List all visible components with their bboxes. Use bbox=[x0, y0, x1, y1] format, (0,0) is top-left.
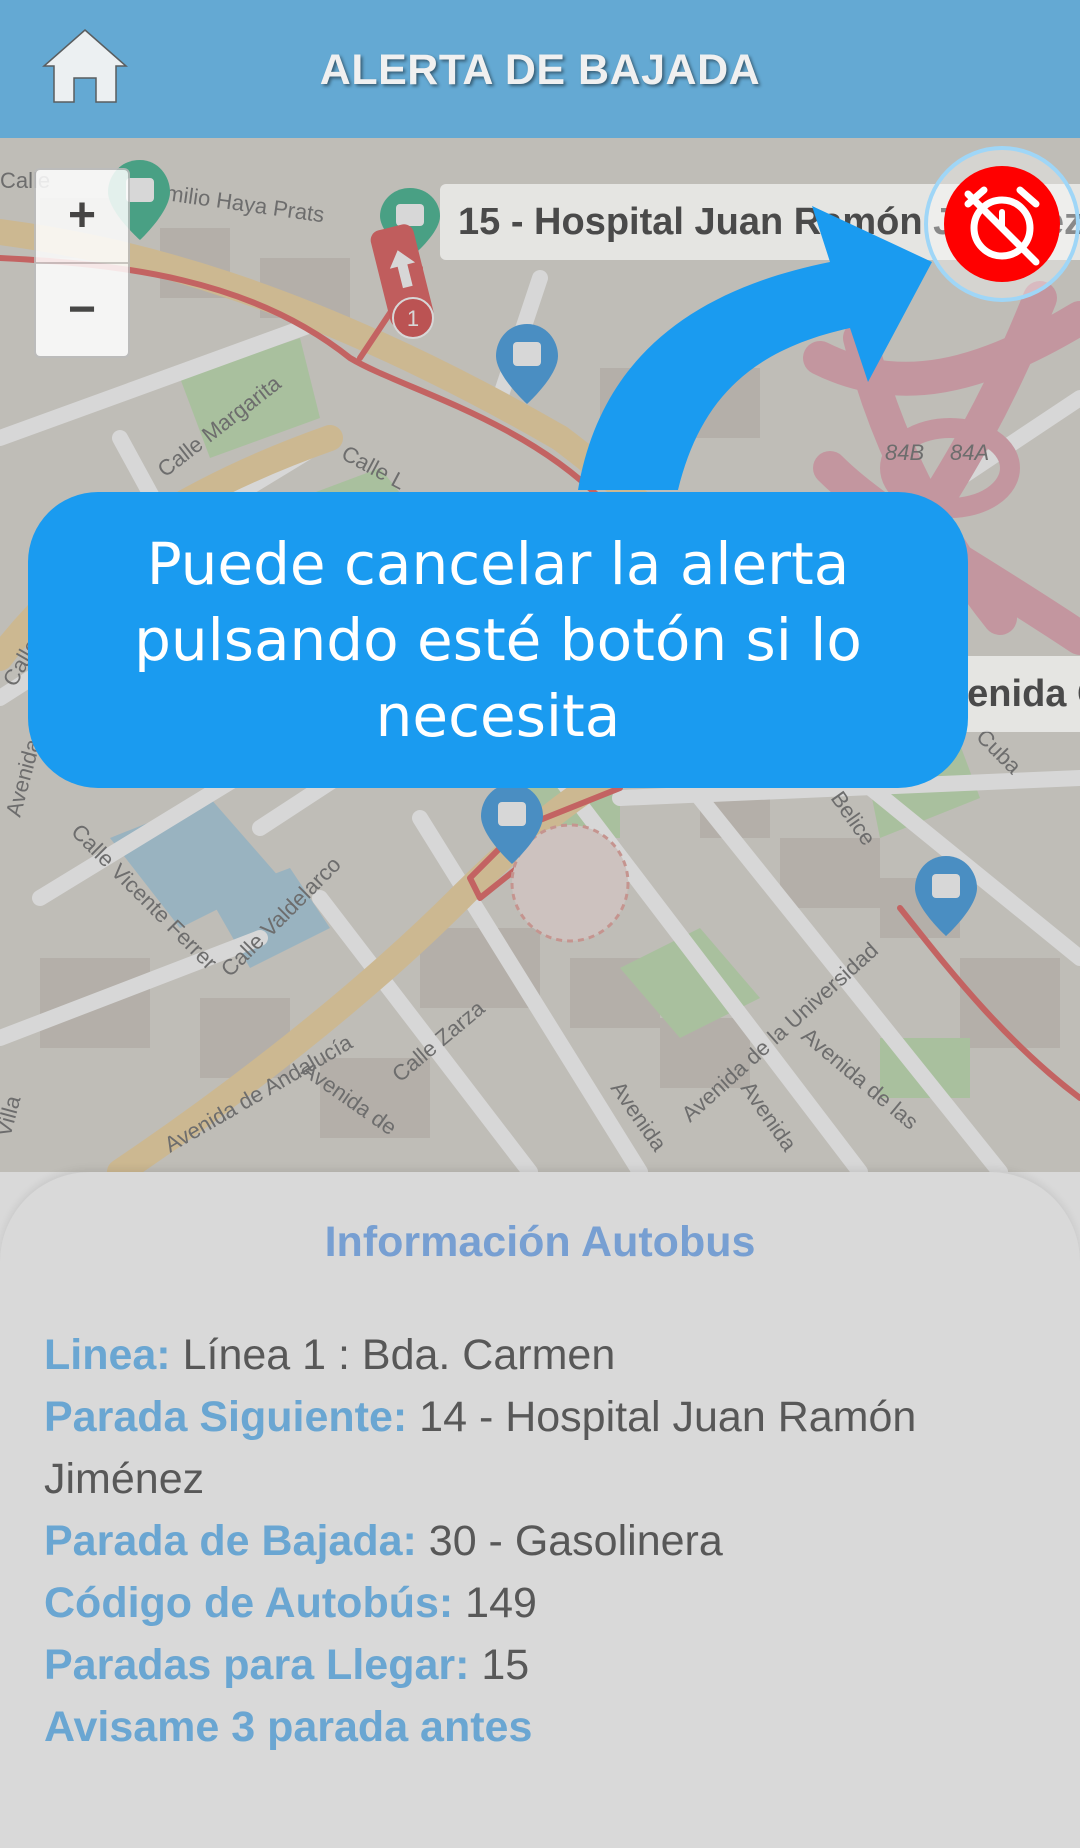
cancel-alert-button[interactable] bbox=[924, 146, 1080, 302]
panel-title: Información Autobus bbox=[324, 1218, 756, 1266]
street-label: 84A bbox=[950, 440, 989, 465]
tooltip-bubble: Puede cancelar la alerta pulsando esté b… bbox=[28, 492, 968, 788]
info-value: 30 - Gasolinera bbox=[428, 1517, 723, 1565]
info-row-siguiente: Parada Siguiente: 14 - Hospital Juan Ram… bbox=[44, 1386, 1044, 1510]
info-value: Línea 1 : Bda. Carmen bbox=[182, 1331, 616, 1379]
pointer-arrow-icon bbox=[578, 206, 932, 490]
alarm-button-face bbox=[944, 166, 1060, 282]
info-label: Parada Siguiente: bbox=[44, 1393, 408, 1441]
bus-info-panel: Información Autobus Linea: Línea 1 : Bda… bbox=[0, 1172, 1080, 1848]
info-label: Código de Autobús: bbox=[44, 1579, 454, 1627]
bus-badge: 1 bbox=[407, 306, 419, 331]
alarm-off-icon bbox=[964, 186, 1040, 266]
page-title: ALERTA DE BAJADA bbox=[319, 46, 761, 94]
info-row-bajada: Parada de Bajada: 30 - Gasolinera bbox=[44, 1510, 1044, 1572]
info-value: 15 bbox=[481, 1641, 530, 1689]
info-label: Linea: bbox=[44, 1331, 171, 1379]
info-label: Parada de Bajada: bbox=[44, 1517, 417, 1565]
tooltip-text: Puede cancelar la alerta pulsando esté b… bbox=[134, 530, 862, 750]
info-row-paradas: Paradas para Llegar: 15 bbox=[44, 1634, 1044, 1696]
info-label: Paradas para Llegar: bbox=[44, 1641, 470, 1689]
zoom-out-button[interactable]: − bbox=[36, 264, 128, 356]
info-row-linea: Linea: Línea 1 : Bda. Carmen bbox=[44, 1324, 1044, 1386]
info-value: 149 bbox=[465, 1579, 537, 1627]
info-row-codigo: Código de Autobús: 149 bbox=[44, 1572, 1044, 1634]
info-row-aviso: Avisame 3 parada antes bbox=[44, 1703, 533, 1751]
zoom-in-button[interactable]: + bbox=[36, 170, 128, 264]
app-header: ALERTA DE BAJADA bbox=[0, 0, 1080, 138]
zoom-control: + − bbox=[34, 168, 130, 358]
bus-info-list: Linea: Línea 1 : Bda. Carmen Parada Sigu… bbox=[44, 1324, 1044, 1758]
